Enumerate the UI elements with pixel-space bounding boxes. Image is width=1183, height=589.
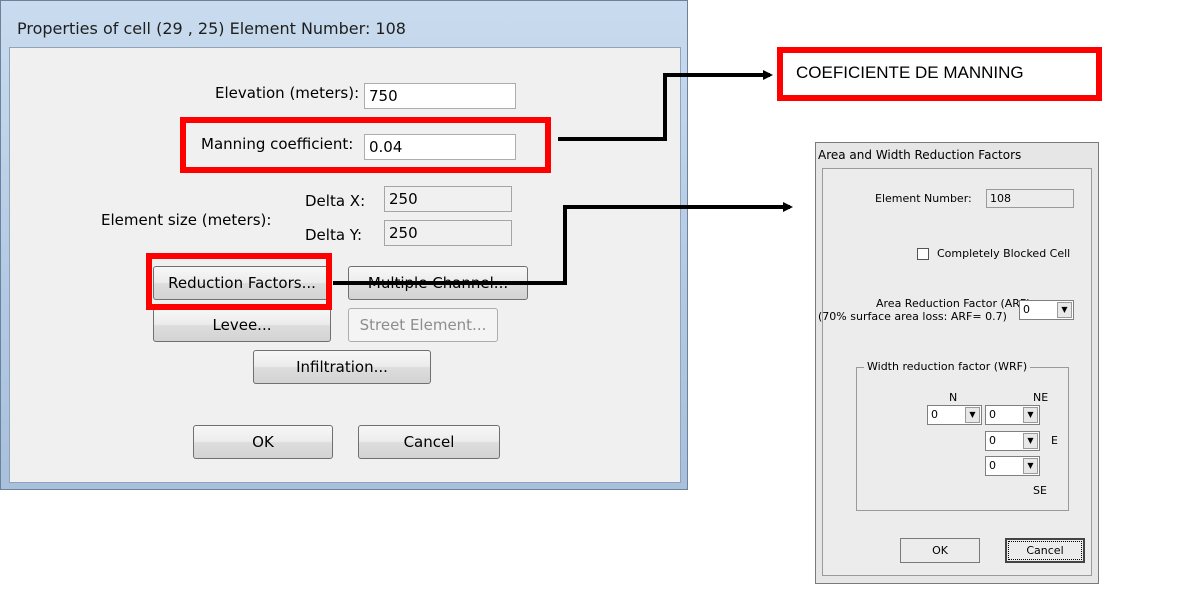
direction-ne-label: NE [1033, 391, 1049, 404]
chevron-down-icon[interactable]: ▼ [1023, 433, 1038, 449]
chevron-down-icon[interactable]: ▼ [1023, 458, 1038, 474]
arf-label: Area Reduction Factor (ARF): [876, 297, 1035, 310]
arf-select-value: 0 [1023, 303, 1030, 316]
wrf-group-label: Width reduction factor (WRF) [864, 360, 1031, 373]
wrf-n-value: 0 [931, 408, 938, 421]
annotation-text: COEFICIENTE DE MANNING [796, 63, 1024, 82]
direction-n-label: N [949, 391, 958, 404]
element-number-label: Element Number: [875, 192, 972, 205]
element-number-field: 108 [986, 189, 1074, 208]
arf-select[interactable]: 0 ▼ [1019, 300, 1074, 320]
wrf-se-select[interactable]: 0 ▼ [985, 456, 1040, 476]
completely-blocked-checkbox[interactable] [917, 248, 929, 260]
chevron-down-icon[interactable]: ▼ [1057, 302, 1072, 318]
wrf-e-select[interactable]: 0 ▼ [985, 431, 1040, 451]
completely-blocked-label: Completely Blocked Cell [937, 247, 1071, 260]
wrf-n-select[interactable]: 0 ▼ [927, 405, 982, 425]
reduction-cancel-button[interactable]: Cancel [1005, 538, 1085, 563]
reduction-dialog-title: Area and Width Reduction Factors [818, 148, 1022, 162]
reduction-ok-button[interactable]: OK [900, 538, 980, 563]
wrf-e-value: 0 [989, 434, 996, 447]
wrf-ne-value: 0 [989, 408, 996, 421]
direction-e-label: E [1051, 434, 1058, 447]
direction-se-label: SE [1033, 484, 1047, 497]
wrf-se-value: 0 [989, 459, 996, 472]
arf-hint-label: (70% surface area loss: ARF= 0.7) [818, 310, 1007, 323]
chevron-down-icon[interactable]: ▼ [1023, 407, 1038, 423]
arrow-right-icon [558, 70, 773, 141]
wrf-ne-select[interactable]: 0 ▼ [985, 405, 1040, 425]
arrow-right-icon [333, 202, 793, 285]
chevron-down-icon[interactable]: ▼ [965, 407, 980, 423]
